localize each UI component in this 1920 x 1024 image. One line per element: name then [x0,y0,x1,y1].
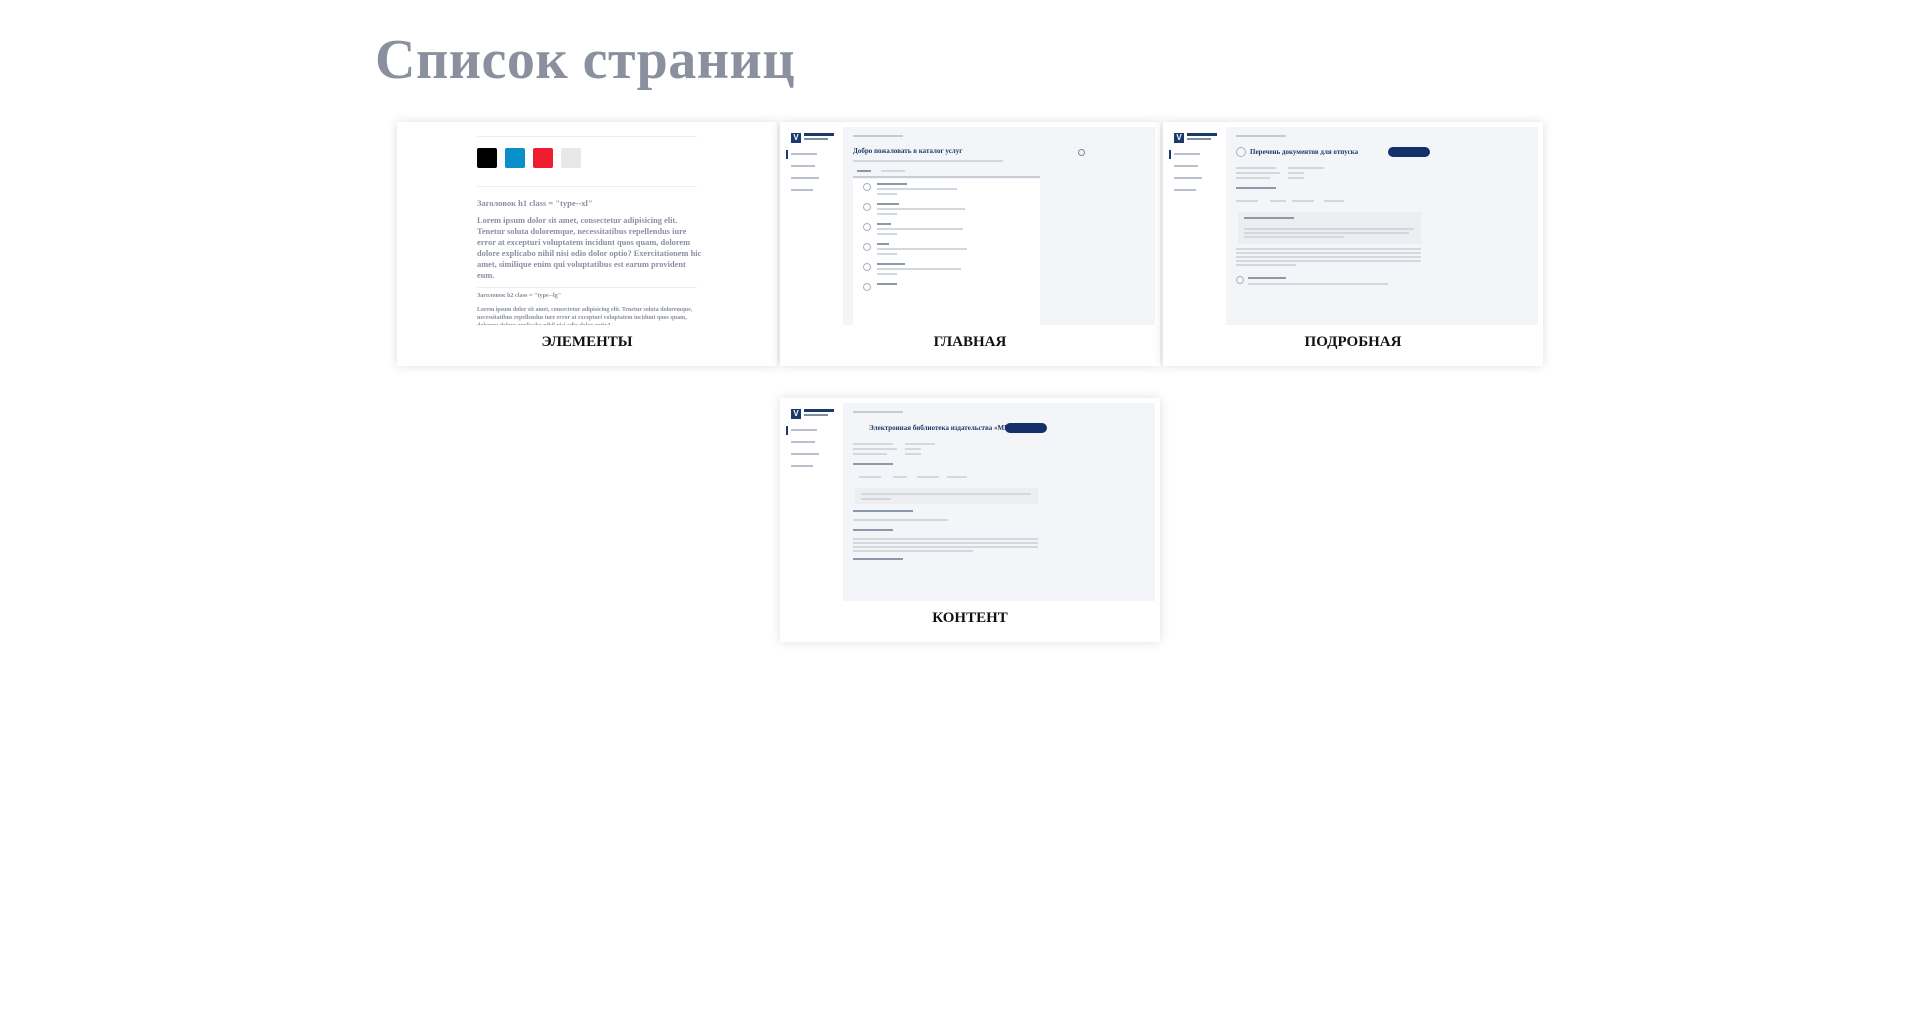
get-button [1388,147,1430,157]
sidebar-item [1174,165,1198,167]
subtitle-line [853,160,1003,162]
sidebar: V [785,403,843,601]
page-card-elements[interactable]: Заголовок h1 class = "type--xl" Lorem ip… [397,122,777,366]
divider [477,136,697,137]
page-thumbnail-elements[interactable]: Заголовок h1 class = "type--xl" Lorem ip… [402,127,772,325]
card-label[interactable]: ГЛАВНАЯ [780,334,1160,351]
divider [477,287,697,288]
tab-underline [853,176,1040,178]
service-icon [863,203,871,211]
card-label[interactable]: ПОДРОБНАЯ [1163,334,1543,351]
page-thumbnail-detail[interactable]: V Перечень документов для отпуска [1168,127,1538,325]
thumb-title: Электронная библиотека издательства «МИФ… [869,424,1020,432]
page-card-content[interactable]: V Электронная библиотека издательства «М… [780,398,1160,642]
info-box [1238,212,1421,244]
logo-icon: V [791,409,801,419]
logo-text [1187,133,1217,136]
get-button [1005,423,1047,433]
service-list [853,179,1040,325]
service-icon [863,223,871,231]
question-icon [1236,276,1244,284]
section-heading [1236,187,1276,189]
divider [477,186,697,187]
card-label[interactable]: ЭЛЕМЕНТЫ [397,334,777,351]
sidebar-item [791,189,813,191]
swatch-gray [561,148,581,168]
breadcrumb [853,411,903,413]
logo-icon: V [1174,133,1184,143]
swatch-blue [505,148,525,168]
sidebar-item [791,165,815,167]
swatch-black [477,148,497,168]
breadcrumb [1236,135,1286,137]
logo-icon: V [791,133,801,143]
active-marker [786,150,788,159]
tab-line [857,170,871,172]
logo-subtext [804,138,828,140]
color-swatches [477,148,581,174]
page-thumbnail-main[interactable]: V Добро пожаловать в каталог услуг [785,127,1155,325]
sidebar-item [791,177,819,179]
sidebar-item [791,453,819,455]
page-card-main[interactable]: V Добро пожаловать в каталог услуг ГЛАВН… [780,122,1160,366]
sidebar-item [791,153,817,155]
thumb-title: Перечень документов для отпуска [1250,148,1359,156]
h2-caption: Заголовок h2 class = "type--lg" [477,292,562,299]
sample-paragraph: Lorem ipsum dolor sit amet, consectetur … [477,216,702,280]
main-area: Перечень документов для отпуска [1226,127,1538,325]
section-heading [853,463,893,465]
sidebar-item [791,441,815,443]
breadcrumb [853,135,903,137]
service-icon [1236,147,1246,157]
sidebar: V [1168,127,1226,325]
h1-caption: Заголовок h1 class = "type--xl" [477,198,593,208]
main-area: Добро пожаловать в каталог услуг [843,127,1155,325]
sidebar-item [1174,177,1202,179]
page-thumbnail-content[interactable]: V Электронная библиотека издательства «М… [785,403,1155,601]
logo-subtext [1187,138,1211,140]
card-label[interactable]: КОНТЕНТ [780,610,1160,627]
sidebar-item [791,465,813,467]
service-icon [863,243,871,251]
active-marker [786,426,788,435]
main-area: Электронная библиотека издательства «МИФ… [843,403,1155,601]
logo-subtext [804,414,828,416]
logo-text [804,133,834,136]
logo-text [804,409,834,412]
info-box [855,488,1038,504]
sample-paragraph-small: Lorem ipsum dolor sit amet, consectetur … [477,307,693,325]
service-icon [863,283,871,291]
service-icon [863,183,871,191]
service-icon [863,263,871,271]
page-title: Список страниц [375,29,796,91]
search-icon [1078,149,1085,156]
page-card-detail[interactable]: V Перечень документов для отпуска ПОДРОБ… [1163,122,1543,366]
sidebar-item [791,429,817,431]
sidebar-item [1174,189,1196,191]
thumb-title: Добро пожаловать в каталог услуг [853,147,963,155]
swatch-red [533,148,553,168]
active-marker [1169,150,1171,159]
sidebar: V [785,127,843,325]
tab-line [881,170,905,172]
sidebar-item [1174,153,1200,155]
